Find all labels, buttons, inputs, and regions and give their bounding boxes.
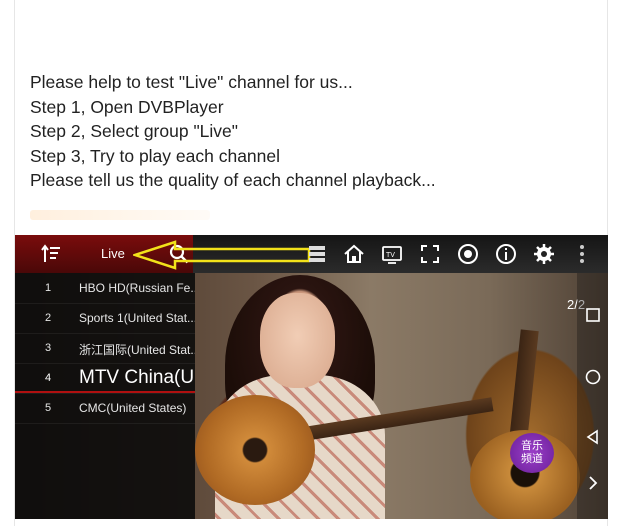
- channel-name: CMC(United States): [79, 401, 187, 415]
- message-text: Please help to test "Live" channel for u…: [30, 70, 436, 193]
- yellow-arrow-annotation: [133, 240, 311, 270]
- info-icon[interactable]: [492, 240, 520, 268]
- message-line: Step 1, Open DVBPlayer: [30, 96, 224, 117]
- channel-row-selected[interactable]: 4 MTV China(U: [15, 363, 195, 394]
- group-label[interactable]: Live: [101, 246, 125, 261]
- performer-face-image: [260, 293, 335, 388]
- message-line: Step 3, Try to play each channel: [30, 145, 281, 166]
- player-toolbar: Live TV: [15, 235, 608, 273]
- channel-logo-badge: 音乐 频道: [510, 433, 554, 473]
- app-screenshot: 音乐 频道 Live TV 1 HBO HD(Russian Fe... 2 S…: [15, 235, 608, 519]
- faded-signature: [30, 210, 210, 220]
- android-nav-bar: [577, 273, 608, 519]
- recents-icon[interactable]: [583, 305, 603, 325]
- sort-icon[interactable]: [37, 240, 65, 268]
- channel-number: 1: [45, 282, 52, 294]
- more-icon[interactable]: [568, 240, 596, 268]
- channel-list: 1 HBO HD(Russian Fe... 2 Sports 1(United…: [15, 273, 195, 519]
- svg-text:TV: TV: [386, 252, 395, 259]
- tv-icon[interactable]: TV: [378, 240, 406, 268]
- message-line: Step 2, Select group "Live": [30, 121, 238, 141]
- guitar-image: [195, 395, 315, 505]
- settings-icon[interactable]: [530, 240, 558, 268]
- record-icon[interactable]: [454, 240, 482, 268]
- back-icon[interactable]: [583, 427, 603, 447]
- channel-row[interactable]: 2 Sports 1(United Stat...: [15, 303, 195, 334]
- channel-number: 2: [45, 312, 52, 324]
- channel-name: MTV China(U: [79, 367, 195, 388]
- message-line: Please help to test "Live" channel for u…: [30, 72, 353, 92]
- channel-number: 5: [45, 402, 52, 414]
- channel-name: HBO HD(Russian Fe...: [79, 281, 195, 295]
- channel-row[interactable]: 5 CMC(United States): [15, 393, 195, 424]
- channel-number: 3: [45, 342, 52, 354]
- home-icon[interactable]: [340, 240, 368, 268]
- home-nav-icon[interactable]: [583, 367, 603, 387]
- channel-name: Sports 1(United Stat...: [79, 311, 195, 325]
- channel-name: 浙江国际(United Stat...: [79, 343, 195, 357]
- chevron-right-icon[interactable]: [583, 473, 603, 493]
- fullscreen-icon[interactable]: [416, 240, 444, 268]
- message-line: Please tell us the quality of each chann…: [30, 170, 436, 190]
- channel-row[interactable]: 1 HBO HD(Russian Fe...: [15, 273, 195, 304]
- channel-row[interactable]: 3 浙江国际(United Stat...: [15, 333, 195, 364]
- guitar-neck-image: [509, 329, 539, 441]
- channel-number: 4: [45, 372, 52, 384]
- server-icon[interactable]: [303, 240, 331, 268]
